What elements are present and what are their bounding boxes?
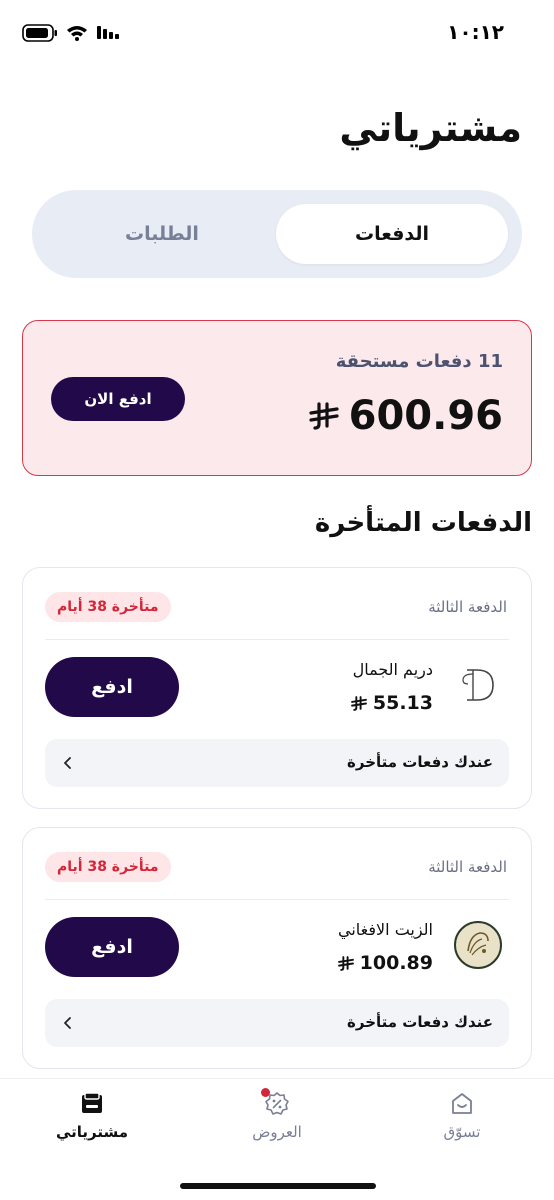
late-payment-card: الدفعة الثالثة متأخرة 38 أيام دريم الجما… [22,567,532,809]
due-count: 11 دفعات مستحقة [335,351,503,372]
dream-beauty-logo-icon [453,660,503,710]
home-indicator [180,1183,376,1189]
page-title: مشترياتي [339,106,522,150]
due-summary-card: 11 دفعات مستحقة 600.96 ادفع الان [22,320,532,476]
purchases-screen: ١٠:١٢ مشترياتي الدفعات الطلبات 11 دفعات … [0,0,554,1200]
nav-item-offers[interactable]: العروض [217,1088,337,1155]
battery-icon [22,24,57,42]
wifi-icon [67,26,87,41]
tab-orders[interactable]: الطلبات [46,204,278,264]
late-row-label: عندك دفعات متأخرة [347,753,493,771]
afghan-oil-logo-icon [453,920,503,970]
riyal-icon [309,402,339,430]
late-row-label: عندك دفعات متأخرة [347,1013,493,1031]
nav-label: العروض [252,1123,302,1141]
late-payments-row[interactable]: عندك دفعات متأخرة [45,999,509,1047]
riyal-icon [337,955,354,971]
due-amount: 600.96 [309,393,503,439]
chevron-left-icon [64,757,71,769]
merchant-amount: 100.89 [337,952,433,974]
chevron-left-icon [64,1017,71,1029]
due-amount-value: 600.96 [348,393,503,439]
segmented-tabs: الدفعات الطلبات [32,190,522,278]
nav-label: تسوّق [443,1123,481,1141]
merchant-name: دريم الجمال [352,660,433,679]
late-payment-card: الدفعة الثالثة متأخرة 38 أيام الزيت الاف… [22,827,532,1069]
nav-label: مشترياتي [55,1123,129,1141]
divider [45,899,509,900]
late-badge: متأخرة 38 أيام [45,592,171,622]
merchant-amount: 55.13 [350,692,433,714]
divider [45,639,509,640]
signal-icon [97,26,119,39]
nav-item-purchases[interactable]: مشترياتي [32,1091,152,1155]
merchant-amount-value: 55.13 [372,692,433,714]
riyal-icon [350,695,367,711]
purchases-icon [82,1092,102,1113]
pay-button[interactable]: ادفع [45,657,179,717]
shop-icon [452,1093,472,1114]
tab-orders-label: الطلبات [125,223,199,245]
installment-label: الدفعة الثالثة [428,598,507,616]
notification-dot [261,1088,270,1097]
merchant-name: الزيت الافغاني [338,920,433,939]
tab-payments-label: الدفعات [355,223,430,245]
tab-payments[interactable]: الدفعات [276,204,508,264]
status-bar: ١٠:١٢ [0,0,554,62]
merchant-amount-value: 100.89 [359,952,433,974]
late-payments-title: الدفعات المتأخرة [314,508,532,538]
pay-button[interactable]: ادفع [45,917,179,977]
nav-item-shop[interactable]: تسوّق [402,1091,522,1155]
late-payments-row[interactable]: عندك دفعات متأخرة [45,739,509,787]
pay-now-button[interactable]: ادفع الان [51,377,185,421]
bottom-nav: مشترياتي العروض تسوّق [0,1078,554,1200]
installment-label: الدفعة الثالثة [428,858,507,876]
late-badge: متأخرة 38 أيام [45,852,171,882]
clock: ١٠:١٢ [447,20,504,44]
